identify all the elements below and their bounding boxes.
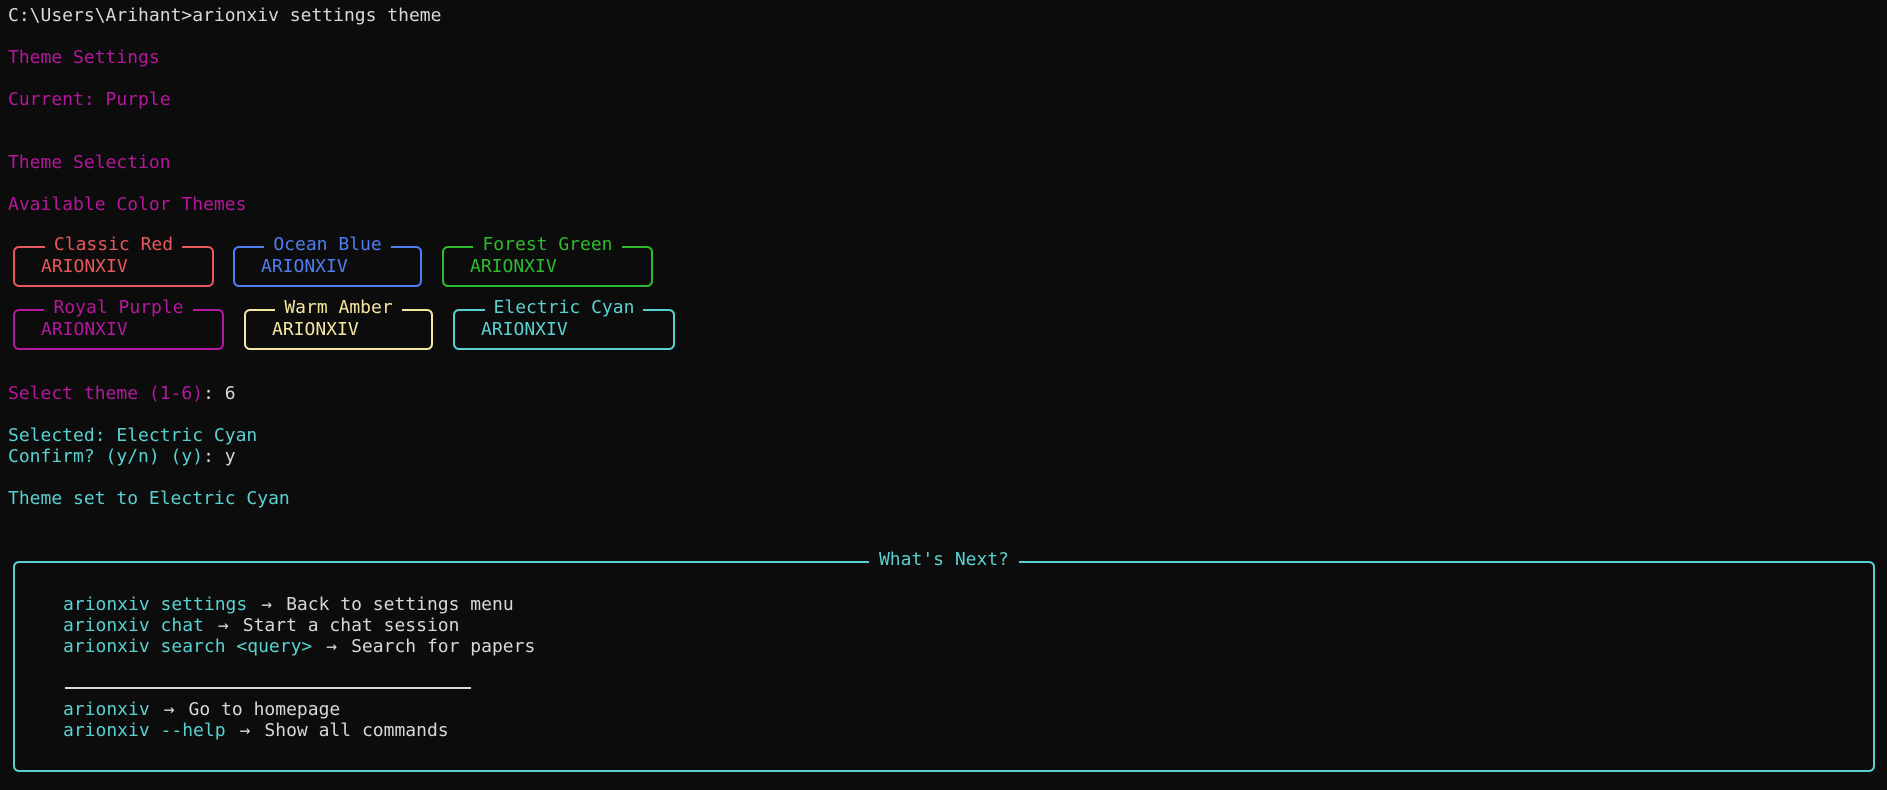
selected-theme: Selected: Electric Cyan: [8, 425, 258, 446]
section-title: Theme Selection: [8, 152, 171, 173]
arrow-icon: →: [261, 594, 273, 615]
next-command-desc: Start a chat session: [242, 615, 460, 636]
panel-title: What's Next?: [868, 549, 1020, 570]
next-command-desc: Go to homepage: [188, 699, 341, 720]
command-text: arionxiv settings theme: [192, 5, 442, 26]
theme-card-ocean-blue: Ocean Blue ARIONXIV: [233, 234, 422, 287]
confirm-prompt: Confirm? (y/n) (y): [8, 446, 204, 467]
current-theme: Current: Purple: [8, 89, 171, 110]
select-input-value[interactable]: 6: [225, 383, 236, 404]
theme-card-sample: ARIONXIV: [41, 319, 128, 340]
theme-card-title: Forest Green: [473, 234, 622, 255]
theme-card-sample: ARIONXIV: [41, 256, 128, 277]
confirm-separator: :: [203, 446, 225, 467]
arrow-icon: →: [239, 720, 251, 741]
theme-card-title: Warm Amber: [275, 297, 402, 318]
theme-card-classic-red: Classic Red ARIONXIV: [13, 234, 214, 287]
command-line: C:\Users\Arihant>arionxiv settings theme: [8, 5, 441, 26]
prompt-path: C:\Users\Arihant>: [8, 5, 193, 26]
confirm-line: Confirm? (y/n) (y): y: [8, 446, 236, 467]
confirm-input-value[interactable]: y: [225, 446, 236, 467]
select-prompt: Select theme (1-6): [8, 383, 204, 404]
theme-card-title: Electric Cyan: [484, 297, 644, 318]
select-theme-line: Select theme (1-6): 6: [8, 383, 236, 404]
panel-divider: [65, 687, 471, 689]
theme-card-warm-amber: Warm Amber ARIONXIV: [244, 297, 433, 350]
section-subtitle: Available Color Themes: [8, 194, 247, 215]
whats-next-panel: What's Next? arionxiv settings → Back to s…: [13, 549, 1875, 772]
next-command-desc: Back to settings menu: [286, 594, 514, 615]
theme-card-sample: ARIONXIV: [470, 256, 557, 277]
page-title: Theme Settings: [8, 47, 160, 68]
theme-card-electric-cyan: Electric Cyan ARIONXIV: [453, 297, 675, 350]
next-command-desc: Search for papers: [351, 636, 536, 657]
next-command-row: arionxiv chat → Start a chat session: [63, 615, 459, 636]
arrow-icon: →: [326, 636, 338, 657]
next-command-desc: Show all commands: [264, 720, 449, 741]
next-command: arionxiv settings: [63, 594, 248, 615]
next-command-row: arionxiv → Go to homepage: [63, 699, 340, 720]
next-command-row: arionxiv settings → Back to settings menu: [63, 594, 514, 615]
theme-card-sample: ARIONXIV: [481, 319, 568, 340]
theme-card-title: Royal Purple: [44, 297, 193, 318]
next-command-row: arionxiv --help → Show all commands: [63, 720, 449, 741]
theme-card-sample: ARIONXIV: [261, 256, 348, 277]
theme-card-royal-purple: Royal Purple ARIONXIV: [13, 297, 224, 350]
arrow-icon: →: [163, 699, 175, 720]
theme-card-sample: ARIONXIV: [272, 319, 359, 340]
next-command: arionxiv search <query>: [63, 636, 313, 657]
select-separator: :: [203, 383, 225, 404]
arrow-icon: →: [217, 615, 229, 636]
result-message: Theme set to Electric Cyan: [8, 488, 290, 509]
theme-card-forest-green: Forest Green ARIONXIV: [442, 234, 653, 287]
next-command: arionxiv --help: [63, 720, 226, 741]
theme-card-title: Ocean Blue: [264, 234, 391, 255]
next-command-row: arionxiv search <query> → Search for paper…: [63, 636, 535, 657]
next-command: arionxiv chat: [63, 615, 204, 636]
next-command: arionxiv: [63, 699, 150, 720]
theme-card-title: Classic Red: [44, 234, 183, 255]
